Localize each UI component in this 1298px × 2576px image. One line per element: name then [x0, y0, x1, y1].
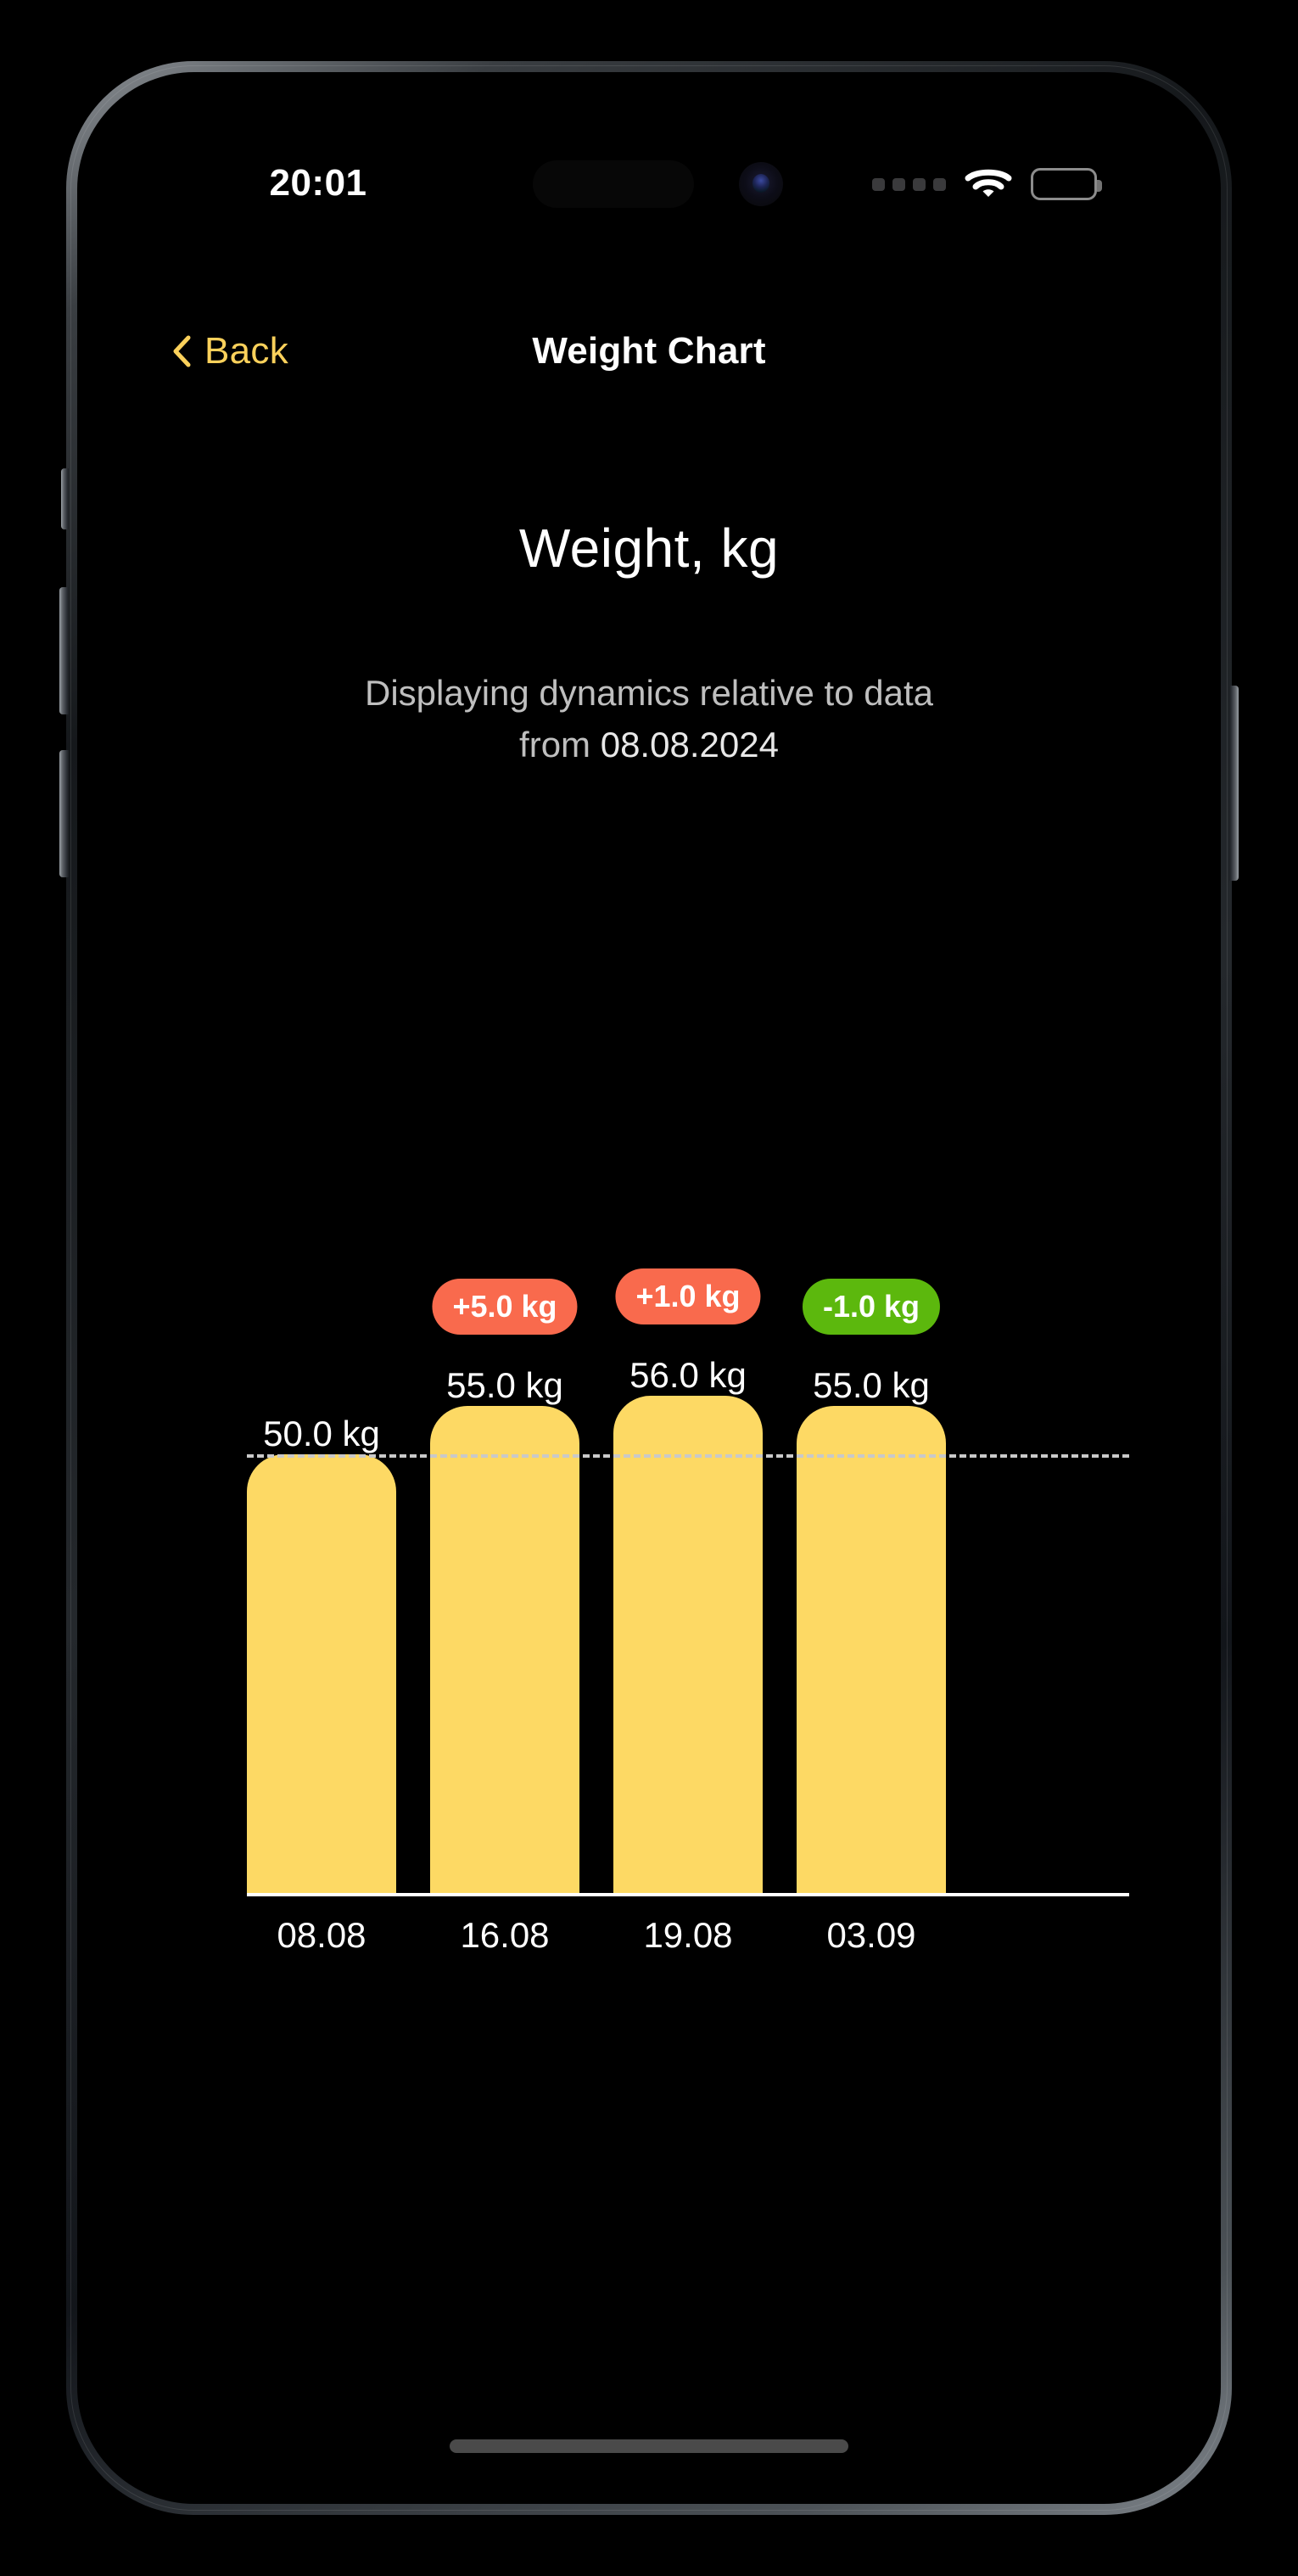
power-button[interactable]: [1229, 686, 1239, 881]
bar-rect[interactable]: [247, 1454, 396, 1895]
bar-value-label: 50.0 kg: [263, 1414, 380, 1453]
volume-down-button[interactable]: [59, 750, 69, 877]
x-axis-tick-label: 19.08: [643, 1915, 733, 1955]
phone-frame: 20:01 Back Weight Chart Weight, kg Displ…: [59, 61, 1239, 2515]
bar-delta-badge: +1.0 kg: [615, 1268, 761, 1324]
bar-delta-badge: +5.0 kg: [432, 1279, 578, 1335]
chart-x-axis-labels: 08.08 16.08 19.08 03.09: [247, 1915, 1129, 1966]
bar-rect[interactable]: [613, 1396, 763, 1895]
bar-value-label: 55.0 kg: [446, 1365, 563, 1405]
silent-switch-button[interactable]: [61, 468, 69, 529]
bar-delta-badge: -1.0 kg: [802, 1279, 941, 1335]
baseline-reference-line: [247, 1454, 1129, 1458]
volume-up-button[interactable]: [59, 587, 69, 714]
chart-bar-slot[interactable]: 50.0 kg: [247, 1414, 396, 1895]
home-indicator[interactable]: [450, 2439, 848, 2453]
x-axis-tick-label: 16.08: [460, 1915, 550, 1955]
bar-value-label: 56.0 kg: [629, 1355, 747, 1395]
phone-bezel: 20:01 Back Weight Chart Weight, kg Displ…: [77, 72, 1221, 2504]
bar-value-label: 55.0 kg: [813, 1365, 930, 1405]
chart-bar-slot[interactable]: +1.0 kg 56.0 kg: [613, 1268, 763, 1895]
bar-rect[interactable]: [797, 1406, 946, 1895]
chart-bar-slot[interactable]: +5.0 kg 55.0 kg: [430, 1279, 579, 1895]
phone-screen: 20:01 Back Weight Chart Weight, kg Displ…: [87, 82, 1211, 2494]
chart-bars-container: 50.0 kg +5.0 kg 55.0 kg +1.0 kg 56.0 kg: [247, 1268, 1129, 1895]
chart-x-axis: [247, 1893, 1129, 1896]
chart-bar-slot[interactable]: -1.0 kg 55.0 kg: [797, 1279, 946, 1895]
x-axis-tick-label: 03.09: [826, 1915, 916, 1955]
weight-bar-chart: 50.0 kg +5.0 kg 55.0 kg +1.0 kg 56.0 kg: [87, 82, 1211, 2494]
bar-rect[interactable]: [430, 1406, 579, 1895]
x-axis-tick-label: 08.08: [277, 1915, 366, 1955]
